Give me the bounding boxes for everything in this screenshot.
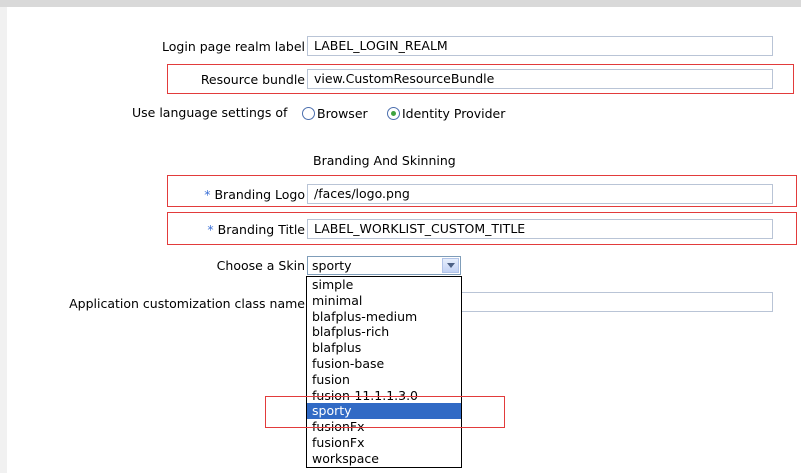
skin-option[interactable]: fusionFx [307,435,461,451]
skin-option[interactable]: fusion [307,372,461,388]
skin-dropdown-list: simple minimal blafplus-medium blafplus-ric… [306,276,462,468]
skin-label: Choose a Skin [216,258,305,273]
skin-select-value: sporty [312,258,352,273]
skin-option[interactable]: minimal [307,293,461,309]
required-mark: * [204,187,211,202]
top-band [0,0,801,7]
chevron-down-icon[interactable] [442,258,459,273]
language-settings-label: Use language settings of [132,105,288,120]
selected-skin-highlight [265,396,505,428]
resource-bundle-label: Resource bundle [200,72,305,87]
branding-title-label-text: Branding Title [217,222,305,237]
browser-radio[interactable] [302,107,315,120]
identity-provider-radio[interactable] [387,107,400,120]
branding-title-label: * Branding Title [207,222,305,237]
identity-provider-radio-label: Identity Provider [402,106,506,121]
app-customization-label: Application customization class name [69,296,305,311]
skin-option[interactable]: fusion-base [307,356,461,372]
skin-option[interactable]: blafplus-medium [307,309,461,325]
skin-option[interactable]: simple [307,277,461,293]
resource-bundle-input[interactable]: view.CustomResourceBundle [307,69,773,89]
login-realm-label: Login page realm label [162,39,305,54]
login-realm-input[interactable]: LABEL_LOGIN_REALM [307,36,773,56]
section-title: Branding And Skinning [313,153,456,168]
skin-option[interactable]: blafplus-rich [307,324,461,340]
branding-title-input[interactable]: LABEL_WORKLIST_CUSTOM_TITLE [307,219,773,239]
branding-logo-label: * Branding Logo [204,187,305,202]
browser-radio-label: Browser [317,106,368,121]
skin-option[interactable]: blafplus [307,340,461,356]
skin-option[interactable]: workspace [307,451,461,467]
branding-logo-input[interactable]: /faces/logo.png [307,184,773,204]
skin-select[interactable]: sporty [307,256,461,275]
branding-logo-label-text: Branding Logo [214,187,305,202]
required-mark: * [207,222,214,237]
